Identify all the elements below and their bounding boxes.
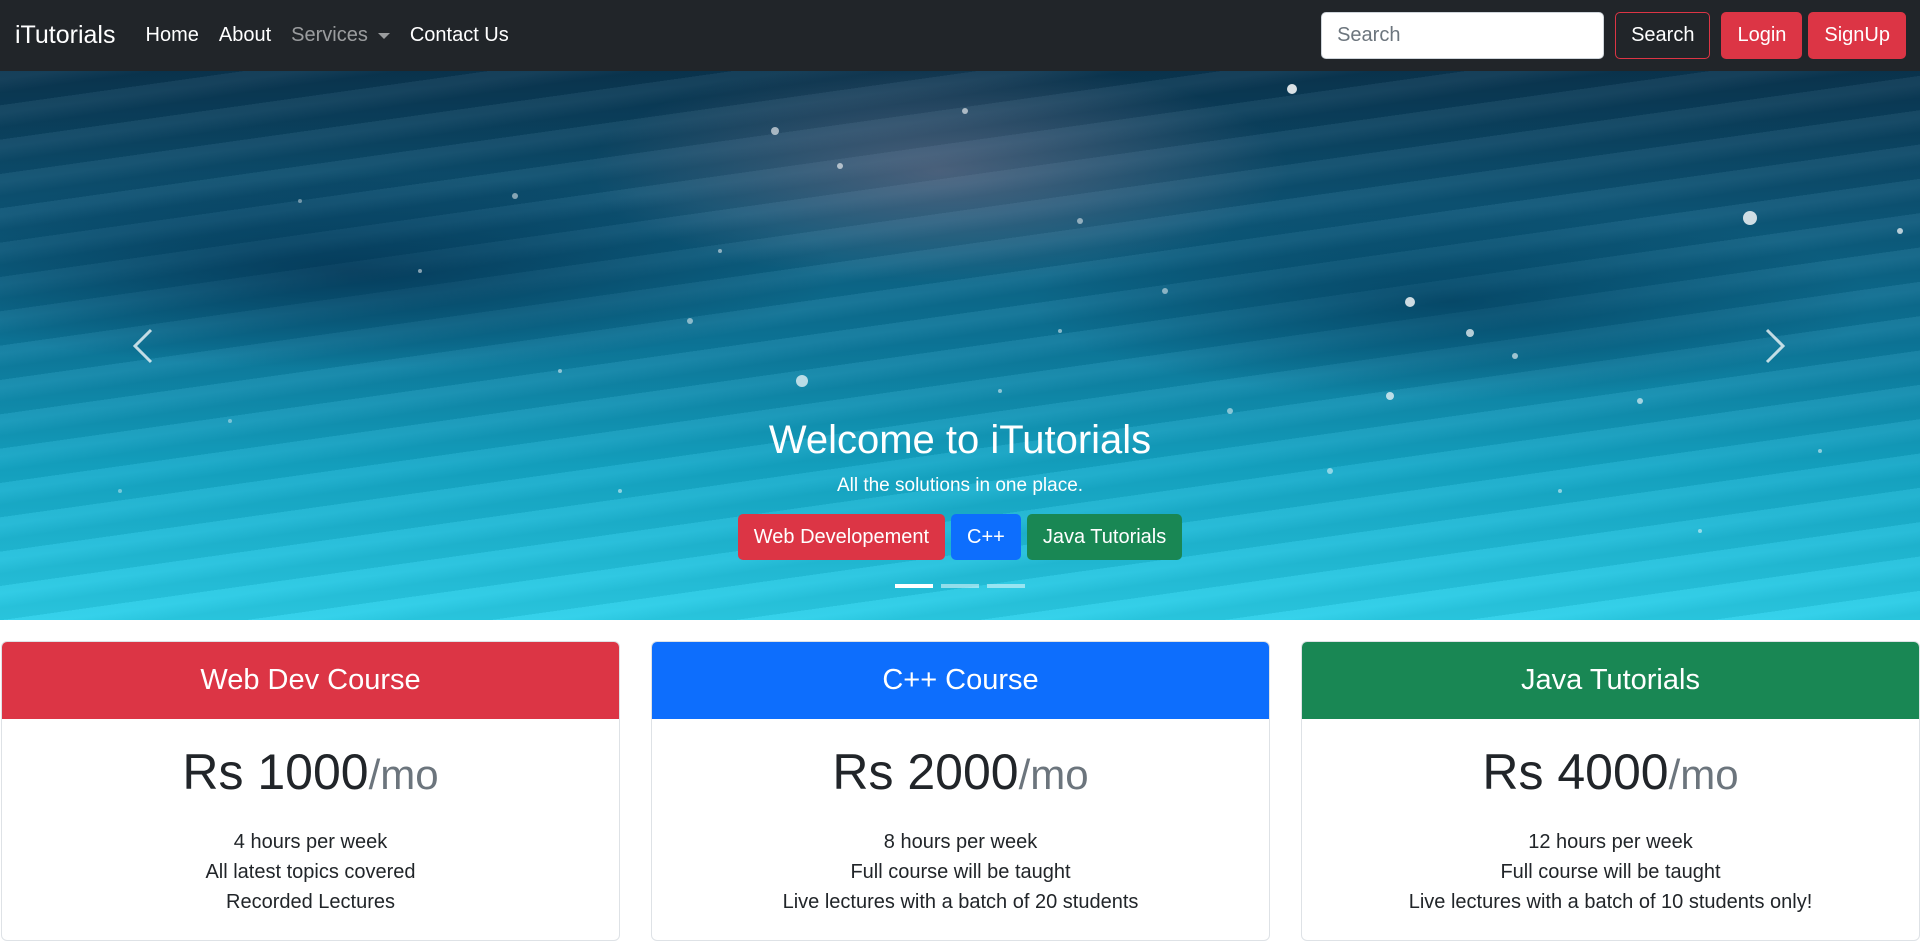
card-price: Rs 1000/mo <box>2 742 619 805</box>
web-development-button[interactable]: Web Developement <box>737 514 946 560</box>
feature-item: Live lectures with a batch of 10 student… <box>1408 891 1813 913</box>
card-header: Web Dev Course <box>2 642 619 719</box>
card-header: Java Tutorials <box>1302 642 1919 719</box>
feature-item: 4 hours per week <box>233 831 388 853</box>
pricing-card-web-dev: Web Dev Course Rs 1000/mo 4 hours per we… <box>1 641 620 941</box>
chevron-right-icon <box>1765 328 1786 363</box>
carousel-indicators <box>0 584 1920 588</box>
feature-item: Full course will be taught <box>1500 861 1721 883</box>
feature-list: 4 hours per week All latest topics cover… <box>2 827 619 917</box>
price-amount: Rs 2000 <box>832 744 1019 800</box>
chevron-left-icon <box>132 328 153 363</box>
signup-button[interactable]: SignUp <box>1808 12 1906 59</box>
card-price: Rs 4000/mo <box>1302 742 1919 805</box>
feature-item: All latest topics covered <box>205 861 416 883</box>
feature-list: 12 hours per week Full course will be ta… <box>1302 827 1919 917</box>
carousel-subtitle: All the solutions in one place. <box>836 475 1084 496</box>
feature-item: Live lectures with a batch of 20 student… <box>782 891 1139 913</box>
nav-dropdown-services[interactable]: Services <box>291 24 390 47</box>
price-period: /mo <box>368 751 439 798</box>
cpp-button[interactable]: C++ <box>951 514 1021 560</box>
search-input[interactable] <box>1321 12 1605 59</box>
search-button[interactable]: Search <box>1615 12 1711 59</box>
carousel-indicator-1[interactable] <box>895 584 933 588</box>
carousel-indicator-3[interactable] <box>987 584 1025 588</box>
price-amount: Rs 1000 <box>182 744 369 800</box>
login-button[interactable]: Login <box>1721 12 1803 59</box>
card-header: C++ Course <box>652 642 1269 719</box>
carousel-caption: Welcome to iTutorials All the solutions … <box>0 416 1920 560</box>
nav-link-home[interactable]: Home <box>146 24 199 47</box>
hero-carousel: Welcome to iTutorials All the solutions … <box>0 71 1920 620</box>
feature-item: Recorded Lectures <box>226 891 395 913</box>
caret-down-icon <box>377 32 390 39</box>
price-period: /mo <box>1018 751 1089 798</box>
nav-link-about[interactable]: About <box>219 24 271 47</box>
nav-dropdown-services-label: Services <box>291 24 368 46</box>
pricing-card-cpp: C++ Course Rs 2000/mo 8 hours per week F… <box>651 641 1270 941</box>
nav-actions: Search Login SignUp <box>1321 12 1906 59</box>
pricing-card-java: Java Tutorials Rs 4000/mo 12 hours per w… <box>1301 641 1920 941</box>
carousel-title: Welcome to iTutorials <box>768 418 1152 462</box>
card-price: Rs 2000/mo <box>652 742 1269 805</box>
price-period: /mo <box>1668 751 1739 798</box>
price-amount: Rs 4000 <box>1482 744 1669 800</box>
carousel-indicator-2[interactable] <box>941 584 979 588</box>
carousel-buttons: Web Developement C++ Java Tutorials <box>0 514 1920 560</box>
brand-logo[interactable]: iTutorials <box>15 21 116 50</box>
feature-item: 8 hours per week <box>883 831 1038 853</box>
feature-item: Full course will be taught <box>850 861 1071 883</box>
java-tutorials-button[interactable]: Java Tutorials <box>1026 514 1183 560</box>
navbar: iTutorials Home About Services Contact U… <box>0 0 1920 71</box>
nav-link-contact[interactable]: Contact Us <box>410 24 509 47</box>
feature-item: 12 hours per week <box>1528 831 1693 853</box>
nav-links: Home About Services Contact Us <box>146 24 529 47</box>
feature-list: 8 hours per week Full course will be tau… <box>652 827 1269 917</box>
